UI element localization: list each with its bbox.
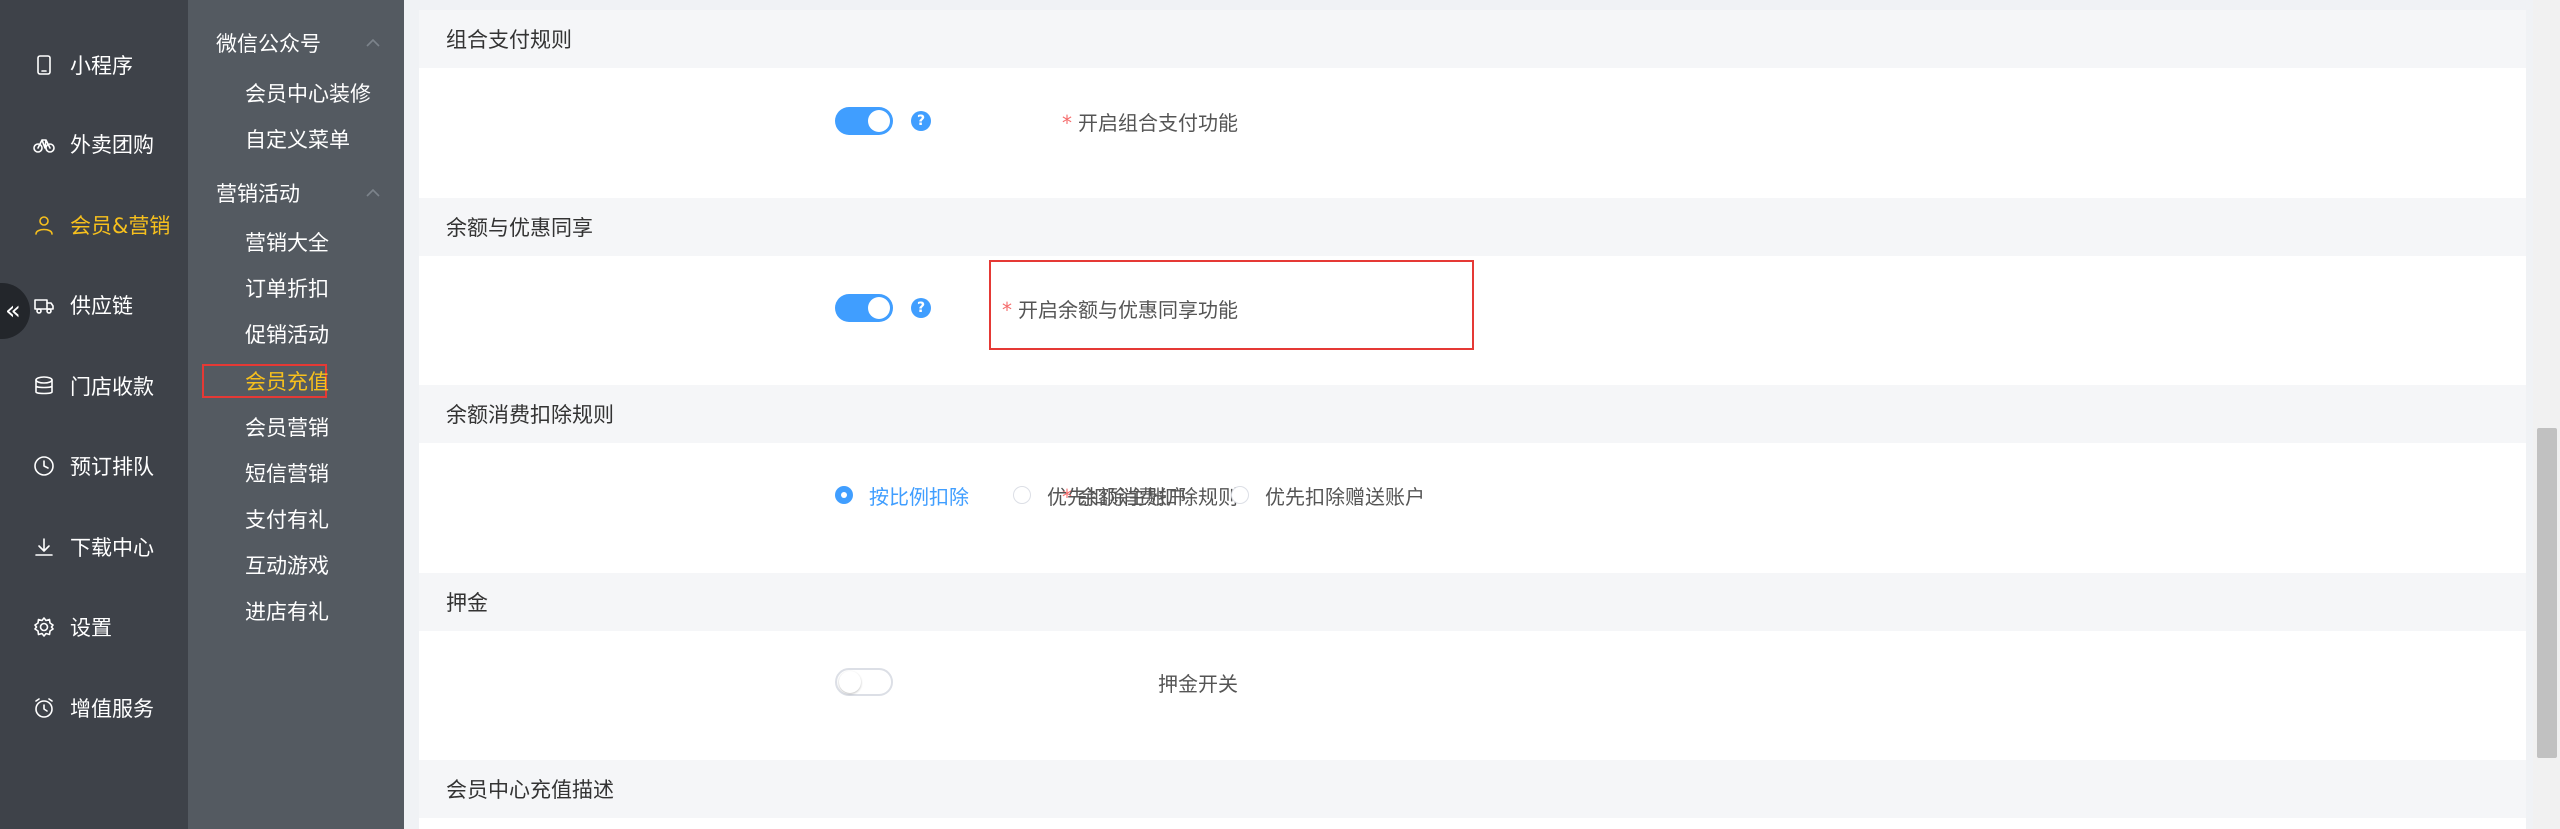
subnav-item-order-discount[interactable]: 订单折扣 — [245, 271, 329, 305]
subnav-item-visit-gift[interactable]: 进店有礼 — [245, 594, 329, 628]
nav-item-reservation[interactable]: 预订排队 — [0, 436, 188, 496]
nav-item-membership-marketing[interactable]: 会员&营销 — [0, 195, 188, 255]
download-icon — [33, 536, 55, 558]
scrollbar-thumb[interactable] — [2537, 428, 2557, 758]
nav-item-mini-program[interactable]: 小程序 — [0, 35, 188, 95]
nav-label: 门店收款 — [70, 375, 154, 399]
subnav-item-interactive-games[interactable]: 互动游戏 — [245, 548, 329, 582]
combined-payment-label: * 开启组合支付功能 — [1062, 110, 1238, 135]
primary-sidebar: 小程序 外卖团购 会员&营销 供应链 门店收款 预订排队 下载中心 设置 增值服… — [0, 0, 188, 829]
nav-label: 预订排队 — [70, 455, 154, 479]
section-header-balance-discount: 余额与优惠同享 — [419, 198, 2526, 256]
radio-proportional[interactable]: 按比例扣除 — [835, 481, 969, 510]
gear-icon — [33, 616, 55, 638]
nav-item-delivery[interactable]: 外卖团购 — [0, 114, 188, 174]
nav-item-value-added[interactable]: 增值服务 — [0, 678, 188, 738]
nav-label: 供应链 — [70, 294, 133, 318]
nav-label: 设置 — [70, 616, 112, 640]
group-title-label: 微信公众号 — [216, 32, 321, 56]
form-row-combined-payment: * 开启组合支付功能 ? — [419, 101, 2526, 141]
subnav-item-marketing-all[interactable]: 营销大全 — [245, 225, 329, 259]
subnav-item-payment-gift[interactable]: 支付有礼 — [245, 502, 329, 536]
form-row-balance-deduction: * 余额消费扣除规则 按比例扣除 优先扣除主账户 优先扣除赠送账户 — [419, 475, 2526, 515]
combined-payment-switch[interactable] — [835, 107, 893, 135]
section-header-deposit: 押金 — [419, 573, 2526, 631]
nav-item-store-payment[interactable]: 门店收款 — [0, 356, 188, 416]
secondary-sidebar: 微信公众号 会员中心装修 自定义菜单 营销活动 营销大全 订单折扣 促销活动 会… — [188, 0, 404, 829]
settings-content: 组合支付规则 * 开启组合支付功能 ? 余额与优惠同享 * 开启余额与优惠同享功能 … — [419, 10, 2526, 829]
radio-dot — [835, 486, 853, 504]
radio-dot — [1231, 486, 1249, 504]
subnav-item-member-center-decor[interactable]: 会员中心装修 — [245, 76, 371, 110]
subnav-item-member-recharge[interactable]: 会员充值 — [245, 364, 329, 398]
nav-label: 会员&营销 — [70, 214, 171, 238]
user-icon — [33, 214, 55, 236]
clock-icon — [33, 455, 55, 477]
bicycle-icon — [33, 133, 55, 155]
deposit-switch[interactable] — [835, 668, 893, 696]
radio-main-account-first[interactable]: 优先扣除主账户 — [1013, 481, 1187, 510]
subnav-group-marketing[interactable]: 营销活动 — [216, 175, 396, 211]
switch-knob — [868, 297, 890, 319]
deposit-label: 押金开关 — [1158, 671, 1238, 696]
section-header-recharge-description: 会员中心充值描述 — [419, 760, 2526, 818]
subnav-item-sms-marketing[interactable]: 短信营销 — [245, 456, 329, 490]
nav-label: 下载中心 — [70, 536, 154, 560]
radio-dot — [1013, 486, 1031, 504]
switch-knob — [839, 671, 861, 693]
required-mark: * — [1062, 110, 1072, 135]
form-row-deposit: 押金开关 — [419, 662, 2526, 702]
help-icon[interactable]: ? — [911, 298, 931, 318]
subnav-item-promotion[interactable]: 促销活动 — [245, 317, 329, 351]
nav-label: 外卖团购 — [70, 133, 154, 157]
radio-gift-account-first[interactable]: 优先扣除赠送账户 — [1231, 481, 1425, 510]
nav-label: 小程序 — [70, 54, 133, 78]
annotation-highlight-box — [989, 260, 1474, 350]
nav-item-settings[interactable]: 设置 — [0, 597, 188, 657]
subnav-item-member-marketing[interactable]: 会员营销 — [245, 410, 329, 444]
chevron-up-icon — [362, 182, 384, 204]
balance-discount-switch[interactable] — [835, 294, 893, 322]
switch-knob — [868, 110, 890, 132]
nav-label: 增值服务 — [70, 697, 154, 721]
chevron-up-icon — [362, 32, 384, 54]
phone-icon — [33, 54, 55, 76]
alarm-icon — [33, 697, 55, 719]
subnav-group-wechat[interactable]: 微信公众号 — [216, 25, 396, 61]
section-header-combined-payment: 组合支付规则 — [419, 10, 2526, 68]
group-title-label: 营销活动 — [216, 182, 300, 206]
vertical-scrollbar[interactable] — [2533, 0, 2560, 829]
double-chevron-left-icon: « — [5, 296, 21, 326]
deduction-radio-group: 按比例扣除 优先扣除主账户 优先扣除赠送账户 — [835, 475, 1469, 515]
coins-icon — [33, 375, 55, 397]
subnav-item-custom-menu[interactable]: 自定义菜单 — [245, 122, 350, 156]
help-icon[interactable]: ? — [911, 111, 931, 131]
truck-icon — [33, 294, 55, 316]
section-header-balance-deduction: 余额消费扣除规则 — [419, 385, 2526, 443]
nav-item-download-center[interactable]: 下载中心 — [0, 517, 188, 577]
